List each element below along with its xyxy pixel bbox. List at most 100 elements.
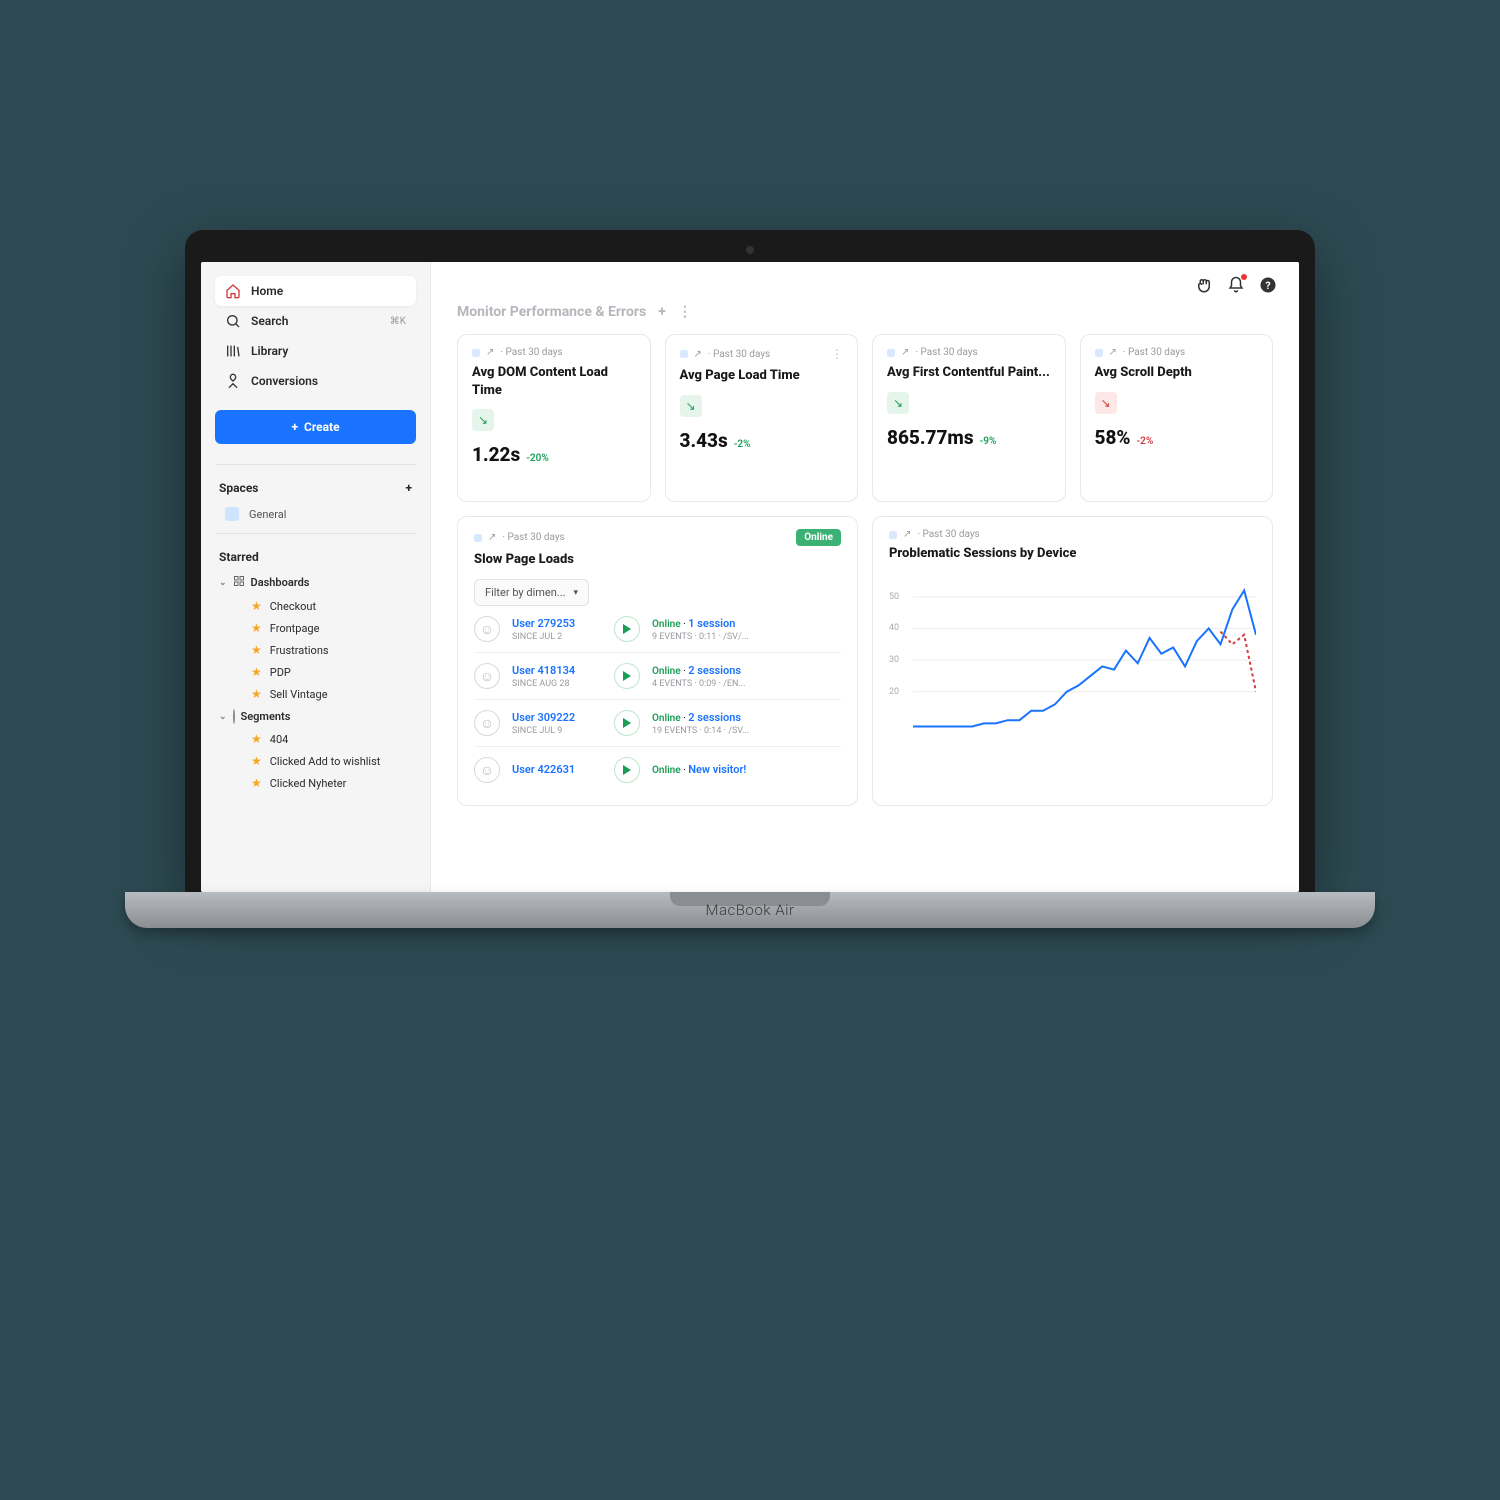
nav-home[interactable]: Home: [215, 276, 416, 306]
starred-tree: ⌄Dashboards★Checkout★Frontpage★Frustrati…: [201, 570, 430, 794]
nav-conversions[interactable]: Conversions: [215, 366, 416, 396]
session-row[interactable]: ☺ User 418134 SINCE AUG 28 Online · 2 se…: [474, 653, 841, 700]
trend-arrow-icon: ↘: [1095, 392, 1117, 414]
session-status: Online · 1 session: [652, 617, 841, 630]
tree-group-dashboards[interactable]: ⌄ Dashboards: [215, 570, 416, 595]
session-user-col: User 309222 SINCE JUL 9: [512, 711, 602, 736]
tree-item-label: Frustrations: [270, 644, 329, 657]
tree-item[interactable]: ★Sell Vintage: [215, 683, 416, 705]
primary-nav: Home Search⌘KLibraryConversions: [201, 276, 430, 396]
session-detail: 4 EVENTS · 0:09 · /EN...: [652, 679, 841, 689]
panel-color-icon: [889, 531, 897, 539]
card-meta: ↗ · Past 30 days: [472, 347, 636, 358]
divider: [215, 533, 416, 534]
add-space-icon[interactable]: +: [405, 481, 412, 495]
space-color-icon: [225, 507, 239, 521]
online-badge: Online: [796, 529, 841, 546]
metric-card[interactable]: ↗ · Past 30 days ⋮ Avg Page Load Time ↘ …: [665, 334, 859, 502]
card-title: Avg Page Load Time: [680, 367, 844, 385]
range-label: · Past 30 days: [500, 347, 562, 358]
session-detail-col: Online · New visitor!: [652, 763, 841, 778]
add-widget-icon[interactable]: +: [658, 304, 666, 320]
card-title: Avg First Contentful Paint...: [887, 364, 1051, 382]
metric-row: 865.77ms -9%: [887, 426, 1051, 449]
filter-dimension-button[interactable]: Filter by dimen... ▾: [474, 579, 589, 606]
notification-dot: [1241, 274, 1247, 280]
help-icon[interactable]: ?: [1259, 276, 1277, 294]
card-color-icon: [1095, 349, 1103, 357]
play-button[interactable]: [614, 616, 640, 642]
card-menu-icon[interactable]: ⋮: [831, 347, 843, 361]
nav-library[interactable]: Library: [215, 336, 416, 366]
star-icon: ★: [251, 665, 262, 679]
tree-item-label: Sell Vintage: [270, 688, 328, 701]
play-button[interactable]: [614, 757, 640, 783]
trend-arrow-icon: ↘: [472, 409, 494, 431]
metric-cards: ↗ · Past 30 days Avg DOM Content Load Ti…: [431, 334, 1299, 502]
metric-delta: -2%: [1137, 436, 1154, 447]
panel-color-icon: [474, 534, 482, 542]
trend-icon: ↗: [694, 349, 702, 360]
space-label: General: [249, 508, 286, 521]
tree-item[interactable]: ★Checkout: [215, 595, 416, 617]
avatar-icon: ☺: [474, 663, 500, 689]
panel-title: Problematic Sessions by Device: [889, 546, 1256, 561]
metric-delta: -9%: [980, 436, 997, 447]
tree-item[interactable]: ★Frustrations: [215, 639, 416, 661]
session-row[interactable]: ☺ User 279253 SINCE JUL 2 Online · 1 ses…: [474, 606, 841, 653]
since-label: SINCE AUG 28: [512, 679, 602, 689]
session-user-col: User 418134 SINCE AUG 28: [512, 664, 602, 689]
create-button[interactable]: + Create: [215, 410, 416, 444]
y-tick-label: 50: [889, 592, 899, 602]
library-icon: [225, 343, 241, 359]
user-link[interactable]: User 422631: [512, 763, 602, 776]
range-label: · Past 30 days: [502, 532, 564, 543]
tree-item[interactable]: ★ 404: [215, 728, 416, 750]
tree-item-label: Clicked Nyheter: [270, 777, 347, 790]
app-screen: HomeSearch⌘KLibraryConversions + Create …: [201, 262, 1299, 892]
session-detail: 9 EVENTS · 0:11 · /SV/...: [652, 632, 841, 642]
keyboard-shortcut: ⌘K: [390, 316, 406, 327]
card-color-icon: [887, 349, 895, 357]
user-link[interactable]: User 279253: [512, 617, 602, 630]
space-item[interactable]: General: [201, 501, 430, 527]
chevron-down-icon: ⌄: [219, 578, 227, 588]
session-status: Online · New visitor!: [652, 763, 841, 776]
metric-card[interactable]: ↗ · Past 30 days Avg First Contentful Pa…: [872, 334, 1066, 502]
metric-value: 1.22s: [472, 443, 520, 466]
panel-meta: ↗ · Past 30 days: [889, 529, 1256, 540]
card-meta: ↗ · Past 30 days: [887, 347, 1051, 358]
card-color-icon: [472, 349, 480, 357]
hand-icon[interactable]: [1195, 276, 1213, 294]
user-link[interactable]: User 418134: [512, 664, 602, 677]
metric-row: 3.43s -2%: [680, 429, 844, 452]
session-row[interactable]: ☺ User 422631 Online · New visitor!: [474, 747, 841, 793]
nav-label: Home: [251, 284, 283, 298]
bell-icon[interactable]: [1227, 276, 1245, 294]
group-label: Dashboards: [251, 576, 310, 589]
session-row[interactable]: ☺ User 309222 SINCE JUL 9 Online · 2 ses…: [474, 700, 841, 747]
card-color-icon: [680, 350, 688, 358]
metric-card[interactable]: ↗ · Past 30 days Avg DOM Content Load Ti…: [457, 334, 651, 502]
star-icon: ★: [251, 732, 262, 746]
device-label: MacBook Air: [705, 901, 794, 919]
tree-item[interactable]: ★Clicked Add to wishlist: [215, 750, 416, 772]
page-menu-icon[interactable]: ⋮: [678, 304, 692, 320]
play-button[interactable]: [614, 663, 640, 689]
play-button[interactable]: [614, 710, 640, 736]
spaces-header-label: Spaces: [219, 481, 258, 495]
metric-card[interactable]: ↗ · Past 30 days Avg Scroll Depth ↘ 58% …: [1080, 334, 1274, 502]
nav-search[interactable]: Search⌘K: [215, 306, 416, 336]
tree-item-label: 404: [270, 733, 289, 746]
metric-value: 3.43s: [680, 429, 728, 452]
grid-icon: [233, 575, 245, 590]
tree-item[interactable]: ★Frontpage: [215, 617, 416, 639]
tree-item[interactable]: ★PDP: [215, 661, 416, 683]
user-link[interactable]: User 309222: [512, 711, 602, 724]
session-detail-col: Online · 2 sessions 4 EVENTS · 0:09 · /E…: [652, 664, 841, 689]
sidebar: HomeSearch⌘KLibraryConversions + Create …: [201, 262, 431, 892]
tree-item[interactable]: ★Clicked Nyheter: [215, 772, 416, 794]
tree-group-segments[interactable]: ⌄Segments: [215, 705, 416, 728]
star-icon: ★: [251, 621, 262, 635]
starred-header: Starred: [201, 540, 430, 570]
